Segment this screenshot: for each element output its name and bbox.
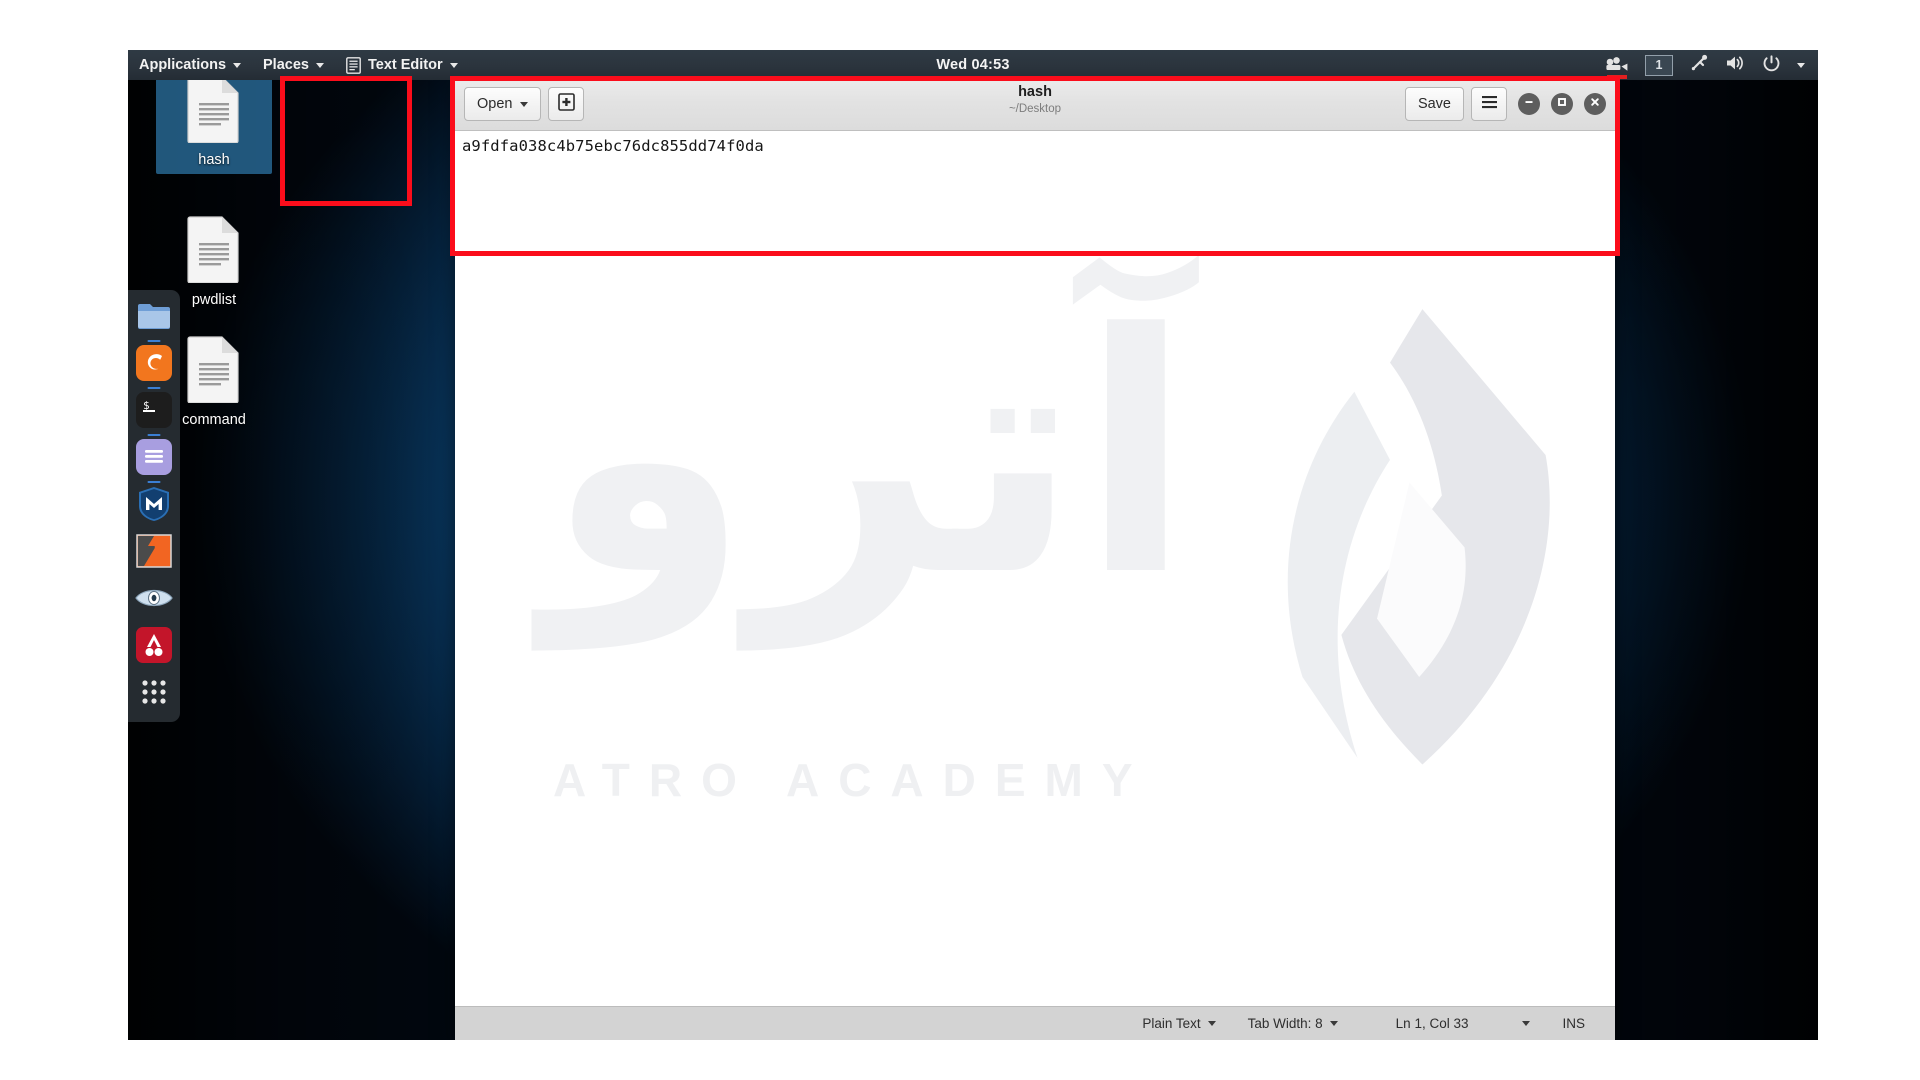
- applications-menu[interactable]: Applications: [128, 50, 252, 80]
- close-button[interactable]: [1584, 93, 1606, 115]
- tab-width-label: Tab Width: 8: [1247, 1016, 1323, 1031]
- app-menu-label: Text Editor: [367, 57, 443, 73]
- power-menu-button[interactable]: [1755, 50, 1788, 80]
- dock-item-firefox[interactable]: [135, 344, 173, 386]
- workspace-number: 1: [1645, 54, 1673, 76]
- position-dropdown[interactable]: [1484, 1007, 1546, 1041]
- document-text-area[interactable]: آترو ATRO ACADEMY a9fdfa038c4b75ebc76dc8…: [455, 131, 1615, 1006]
- window-statusbar: Plain Text Tab Width: 8 Ln 1, Col 33 INS: [455, 1006, 1615, 1040]
- minimize-button[interactable]: [1518, 93, 1540, 115]
- new-document-icon: [558, 93, 575, 115]
- dock-item-show-applications[interactable]: [135, 675, 173, 713]
- places-menu[interactable]: Places: [252, 50, 335, 80]
- desktop-icon-label: command: [182, 412, 246, 428]
- dock-item-files[interactable]: [135, 299, 173, 337]
- app-menu[interactable]: Text Editor: [335, 50, 469, 80]
- save-button[interactable]: Save: [1404, 87, 1464, 121]
- dock-item-beef[interactable]: [135, 626, 173, 668]
- new-document-button[interactable]: [548, 87, 585, 121]
- insert-mode: INS: [1546, 1007, 1601, 1041]
- chevron-down-icon: [449, 62, 458, 68]
- text-editor-window: Open hash ~/Desktop Save آترو ATRO ACADE…: [455, 78, 1615, 1040]
- gnome-top-bar: Applications Places Text Editor Wed 04:5…: [128, 50, 1818, 80]
- maximize-icon: [1556, 95, 1568, 113]
- text-file-icon: [186, 335, 242, 408]
- desktop-icon-label: hash: [198, 152, 230, 168]
- language-selector[interactable]: Plain Text: [1126, 1007, 1231, 1041]
- chevron-down-icon: [1207, 1021, 1216, 1026]
- metasploit-shield-icon: [138, 486, 170, 527]
- desktop-icon-hash[interactable]: hash: [156, 68, 272, 174]
- chevron-down-icon: [315, 62, 324, 68]
- desktop-icon-label: pwdlist: [191, 292, 237, 308]
- beef-icon: [136, 626, 172, 668]
- power-icon: [1762, 54, 1781, 77]
- chevron-down-icon: [1522, 1021, 1531, 1026]
- minimize-icon: [1523, 95, 1535, 113]
- chevron-down-icon: [233, 62, 242, 68]
- text-file-icon: [186, 215, 242, 288]
- chevron-down-icon: [1329, 1021, 1338, 1026]
- language-label: Plain Text: [1142, 1016, 1201, 1031]
- screen-recorder-indicator[interactable]: [1598, 50, 1636, 80]
- workspace-indicator[interactable]: 1: [1638, 50, 1680, 80]
- insert-mode-label: INS: [1562, 1016, 1585, 1031]
- bluetooth-indicator[interactable]: [1682, 50, 1716, 80]
- applications-menu-label: Applications: [139, 57, 227, 73]
- volume-indicator[interactable]: [1718, 50, 1753, 80]
- dock-item-metasploit[interactable]: [135, 486, 173, 527]
- cursor-position-label: Ln 1, Col 33: [1395, 1016, 1469, 1031]
- screenshot-root: hash pwdlist command $ Open hash ~/Deskt…: [0, 0, 1920, 1080]
- text-file-icon: [186, 75, 242, 148]
- watermark-arabic-text: آترو: [545, 264, 1193, 648]
- screen-recorder-icon: [1605, 55, 1629, 75]
- chevron-down-icon: [520, 101, 529, 107]
- desktop-capture: hash pwdlist command $ Open hash ~/Deskt…: [128, 50, 1818, 1040]
- dock-item-burpsuite[interactable]: [135, 533, 173, 573]
- window-headerbar: Open hash ~/Desktop Save: [455, 78, 1615, 131]
- document-content: a9fdfa038c4b75ebc76dc855dd74f0da: [462, 137, 764, 155]
- text-editor-icon: [136, 438, 172, 480]
- recording-indicator-dot: [1607, 75, 1627, 79]
- save-button-label: Save: [1417, 96, 1451, 112]
- hamburger-menu-button[interactable]: [1471, 87, 1507, 121]
- bluetooth-icon: [1689, 53, 1709, 77]
- watermark-latin-text: ATRO ACADEMY: [553, 754, 1152, 806]
- close-icon: [1589, 95, 1601, 113]
- terminal-icon: $: [136, 391, 172, 433]
- volume-icon: [1725, 54, 1746, 76]
- firefox-icon: [136, 344, 172, 386]
- dock-item-text-editor[interactable]: [135, 438, 173, 480]
- tab-width-selector[interactable]: Tab Width: 8: [1232, 1007, 1354, 1041]
- app-grid-icon: [141, 679, 167, 710]
- watermark: آترو ATRO ACADEMY: [455, 131, 1615, 1006]
- system-menu-caret[interactable]: [1790, 50, 1812, 80]
- chevron-down-icon: [1797, 62, 1805, 68]
- system-tray: 1: [1598, 50, 1812, 80]
- dock: $: [128, 290, 180, 722]
- dock-item-wireshark[interactable]: [135, 581, 173, 619]
- atro-logo-icon: [1287, 309, 1550, 765]
- text-editor-icon: [346, 56, 361, 74]
- hamburger-menu-icon: [1481, 95, 1498, 113]
- cursor-position: Ln 1, Col 33: [1354, 1007, 1485, 1041]
- burpsuite-icon: [136, 533, 172, 573]
- places-menu-label: Places: [263, 57, 309, 73]
- open-button-label: Open: [477, 96, 513, 112]
- maximize-button[interactable]: [1551, 93, 1573, 115]
- open-button[interactable]: Open: [464, 87, 542, 121]
- dock-item-terminal[interactable]: $: [135, 391, 173, 433]
- folder-icon: [137, 301, 171, 336]
- wireshark-eye-icon: [135, 587, 173, 614]
